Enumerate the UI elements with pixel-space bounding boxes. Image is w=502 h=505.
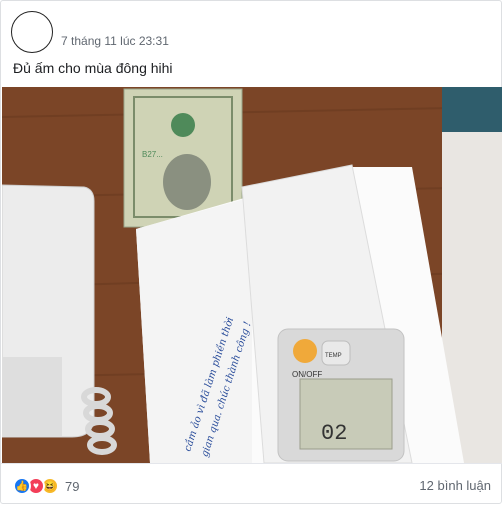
reaction-count[interactable]: 79	[65, 479, 79, 494]
author-name[interactable]	[61, 9, 181, 25]
post-footer: 👍 ♥ 😆 79 12 bình luận	[1, 463, 502, 505]
post-photo[interactable]: B27... 02 ON/OFF TEMP cầm ảo vì đã làm p…	[2, 87, 502, 463]
remote-display-text: 02	[321, 421, 347, 446]
remote-label-text: ON/OFF	[292, 370, 322, 379]
like-icon: 👍	[13, 477, 31, 495]
photo-illustration: B27... 02 ON/OFF TEMP cầm ảo vì đã làm p…	[2, 87, 502, 463]
reactions-summary[interactable]: 👍 ♥ 😆 79	[13, 476, 79, 496]
author-avatar[interactable]	[11, 11, 53, 53]
post-card: 7 tháng 11 lúc 23:31 Đủ ấm cho mùa đông …	[0, 0, 502, 504]
post-timestamp[interactable]: 7 tháng 11 lúc 23:31	[61, 34, 169, 48]
post-text: Đủ ấm cho mùa đông hihi	[13, 60, 173, 76]
remote-button-text: TEMP	[325, 353, 342, 359]
svg-text:B27...: B27...	[142, 150, 163, 159]
comments-link[interactable]: 12 bình luận	[419, 478, 491, 493]
